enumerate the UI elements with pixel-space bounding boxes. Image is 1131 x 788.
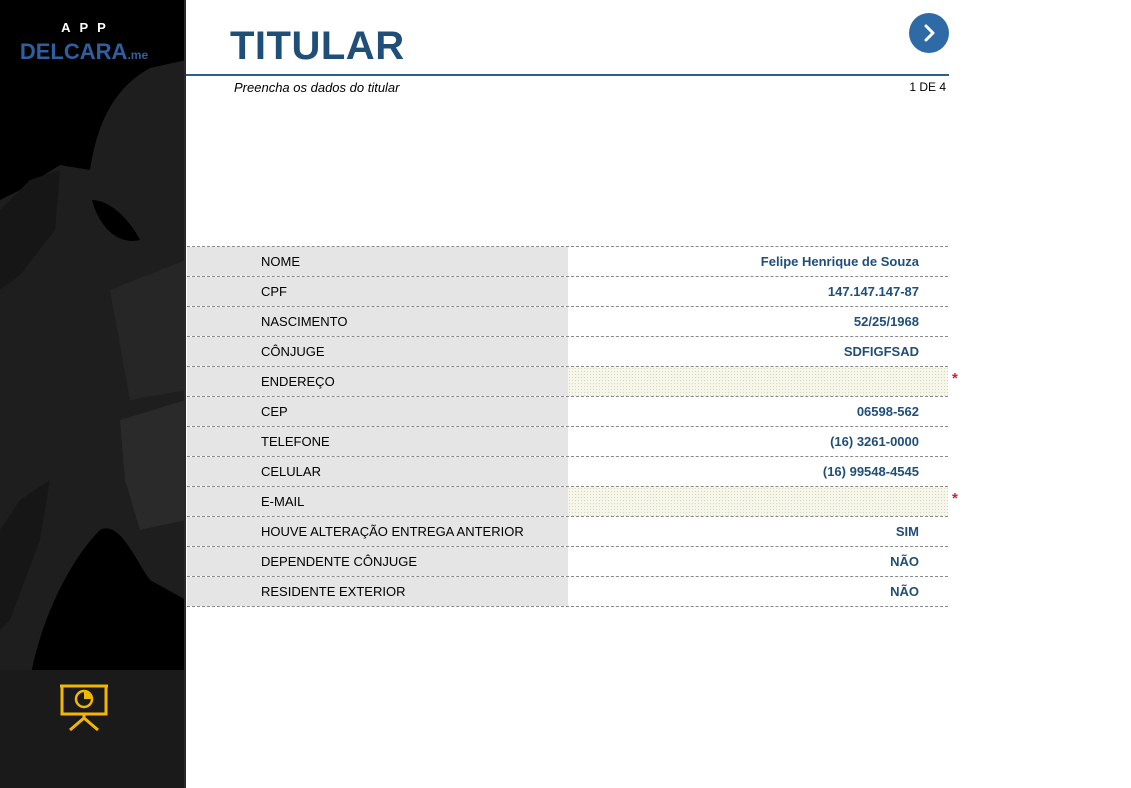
endereco-field[interactable] bbox=[568, 367, 948, 396]
form-row-endereco: ENDEREÇO * bbox=[187, 367, 958, 397]
required-marker: * bbox=[952, 370, 958, 387]
conjuge-field[interactable]: SDFIGFSAD bbox=[568, 337, 948, 366]
form-row-email: E-MAIL * bbox=[187, 487, 958, 517]
residente-exterior-select[interactable]: NÃO bbox=[568, 577, 948, 606]
celular-field[interactable]: (16) 99548-4545 bbox=[568, 457, 948, 486]
brand-suffix: .me bbox=[127, 48, 149, 62]
telefone-field[interactable]: (16) 3261-0000 bbox=[568, 427, 948, 456]
form-row-cep: CEP 06598-562 bbox=[187, 397, 948, 427]
cep-field[interactable]: 06598-562 bbox=[568, 397, 948, 426]
field-label: HOUVE ALTERAÇÃO ENTREGA ANTERIOR bbox=[187, 517, 568, 546]
presentation-chart-icon[interactable] bbox=[58, 682, 112, 732]
nome-field[interactable]: Felipe Henrique de Souza bbox=[568, 247, 948, 276]
brand-name: DELCARA.me bbox=[0, 39, 168, 65]
form-row-alteracao: HOUVE ALTERAÇÃO ENTREGA ANTERIOR SIM bbox=[187, 517, 948, 547]
next-button[interactable] bbox=[909, 13, 949, 53]
field-label: RESIDENTE EXTERIOR bbox=[187, 577, 568, 606]
field-label: NOME bbox=[187, 247, 568, 276]
dependente-conjuge-select[interactable]: NÃO bbox=[568, 547, 948, 576]
lion-silhouette-image bbox=[0, 60, 184, 680]
form-row-nascimento: NASCIMENTO 52/25/1968 bbox=[187, 307, 948, 337]
field-label: DEPENDENTE CÔNJUGE bbox=[187, 547, 568, 576]
field-label: E-MAIL bbox=[187, 487, 568, 516]
field-label: NASCIMENTO bbox=[187, 307, 568, 336]
alteracao-select[interactable]: SIM bbox=[568, 517, 948, 546]
header-divider bbox=[186, 74, 949, 76]
field-label: ENDEREÇO bbox=[187, 367, 568, 396]
form-row-conjuge: CÔNJUGE SDFIGFSAD bbox=[187, 337, 948, 367]
page-subtitle: Preencha os dados do titular bbox=[234, 80, 400, 95]
form-row-celular: CELULAR (16) 99548-4545 bbox=[187, 457, 948, 487]
form-row-telefone: TELEFONE (16) 3261-0000 bbox=[187, 427, 948, 457]
sidebar-footer bbox=[0, 670, 184, 788]
form-row-nome: NOME Felipe Henrique de Souza bbox=[187, 247, 948, 277]
required-marker: * bbox=[952, 490, 958, 507]
field-label: CÔNJUGE bbox=[187, 337, 568, 366]
sidebar: APP DELCARA.me bbox=[0, 0, 186, 788]
field-label: TELEFONE bbox=[187, 427, 568, 456]
form-row-residente-exterior: RESIDENTE EXTERIOR NÃO bbox=[187, 577, 948, 607]
field-label: CELULAR bbox=[187, 457, 568, 486]
form-row-cpf: CPF 147.147.147-87 bbox=[187, 277, 948, 307]
field-label: CEP bbox=[187, 397, 568, 426]
brand-top-text: APP bbox=[61, 20, 115, 35]
brand-name-text: DELCARA bbox=[19, 39, 128, 64]
holder-form: NOME Felipe Henrique de Souza CPF 147.14… bbox=[187, 246, 958, 607]
chevron-right-icon bbox=[924, 24, 935, 42]
cpf-field[interactable]: 147.147.147-87 bbox=[568, 277, 948, 306]
field-label: CPF bbox=[187, 277, 568, 306]
email-field[interactable] bbox=[568, 487, 948, 516]
brand-logo: APP DELCARA.me bbox=[0, 20, 168, 65]
nascimento-field[interactable]: 52/25/1968 bbox=[568, 307, 948, 336]
page-title: TITULAR bbox=[230, 24, 405, 68]
page-counter: 1 DE 4 bbox=[909, 80, 946, 94]
form-row-dependente-conjuge: DEPENDENTE CÔNJUGE NÃO bbox=[187, 547, 948, 577]
